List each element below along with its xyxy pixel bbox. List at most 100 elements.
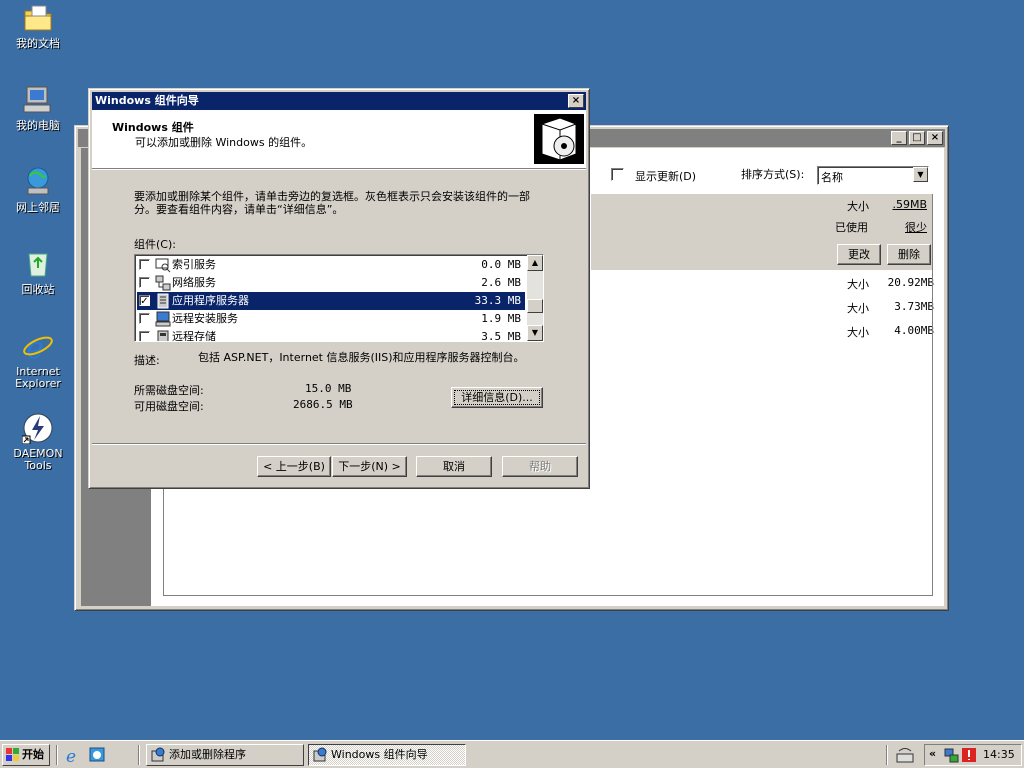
desktop-icon-label: 我的文档 [16, 37, 60, 50]
wizard-cd-box-icon [534, 114, 584, 164]
task-label: 添加或删除程序 [169, 748, 246, 761]
help-button: 帮助 [502, 456, 578, 477]
cancel-button[interactable]: 取消 [416, 456, 492, 477]
list-item-selected[interactable]: ✓ 应用程序服务器 33.3 MB [137, 292, 525, 310]
component-checkbox[interactable] [139, 259, 150, 270]
taskbar-divider [138, 745, 140, 765]
available-space-value: 2686.5 MB [293, 398, 353, 411]
network-services-icon [155, 275, 171, 291]
daemon-tools-icon [21, 412, 54, 445]
component-size: 3.5 MB [481, 330, 521, 342]
wizard-titlebar: Windows 组件向导 × [92, 92, 586, 110]
scroll-down-icon[interactable]: ▼ [527, 325, 543, 341]
desktop-icon-recycle-bin[interactable]: 回收站 [0, 248, 76, 296]
header-divider [92, 168, 586, 170]
wizard-task-icon [312, 747, 328, 763]
desktop-icon-label: 我的电脑 [16, 119, 60, 132]
close-button[interactable]: × [568, 94, 584, 108]
next-button[interactable]: 下一步(N) > [332, 456, 407, 477]
start-label: 开始 [22, 748, 44, 761]
list-item[interactable]: 远程安装服务 1.9 MB [137, 310, 525, 328]
scroll-up-icon[interactable]: ▲ [527, 255, 543, 271]
component-checkbox[interactable] [139, 331, 150, 341]
desktop-icon-label: 回收站 [21, 283, 55, 296]
available-space-label: 可用磁盘空间: [134, 400, 204, 413]
add-remove-programs-icon [150, 747, 166, 763]
component-name: 远程安装服务 [172, 312, 238, 325]
folder-icon [22, 2, 54, 34]
application-server-icon [155, 293, 171, 309]
quicklaunch-divider [56, 745, 58, 765]
show-updates-checkbox[interactable] [611, 168, 624, 181]
recycle-bin-icon [22, 248, 54, 280]
wizard-title: Windows 组件向导 [95, 94, 199, 107]
minimize-button[interactable]: _ [891, 131, 907, 145]
component-name: 网络服务 [172, 276, 216, 289]
desktop-icon-internet-explorer[interactable]: e Internet Explorer [0, 330, 76, 390]
task-add-remove-programs[interactable]: 添加或删除程序 [146, 744, 304, 766]
component-size: 1.9 MB [481, 312, 521, 325]
close-button[interactable]: × [927, 131, 943, 145]
task-components-wizard[interactable]: Windows 组件向导 [308, 744, 466, 766]
desktop-icon-my-computer[interactable]: 我的电脑 [0, 84, 76, 132]
keyboard-tray-icon[interactable] [896, 746, 914, 764]
description-label: 描述: [134, 354, 160, 367]
list-item[interactable]: 网络服务 2.6 MB [137, 274, 525, 292]
tray-divider [886, 745, 888, 765]
security-alert-tray-icon[interactable] [961, 747, 977, 763]
wizard-instructions: 要添加或删除某个组件，请单击旁边的复选框。灰色框表示只会安装该组件的一部分。要查… [134, 190, 530, 216]
description-text: 包括 ASP.NET，Internet 信息服务(IIS)和应用程序服务器控制台… [198, 351, 525, 364]
desktop-icon-network[interactable]: 网上邻居 [0, 166, 76, 214]
svg-text:e: e [66, 747, 76, 764]
show-updates-label: 显示更新(D) [635, 170, 697, 183]
sort-select[interactable]: 名称 ▼ [817, 166, 929, 185]
desktop-icon-label: DAEMON Tools [13, 447, 63, 472]
maximize-button[interactable]: □ [909, 131, 925, 145]
components-scrollbar[interactable]: ▲ ▼ [527, 255, 543, 341]
network-globe-icon [22, 166, 54, 198]
clock: 14:35 [983, 748, 1015, 761]
tray-expand-icon[interactable]: « [929, 747, 936, 760]
components-wizard-dialog: Windows 组件向导 × Windows 组件 可以添加或删除 Window… [88, 88, 590, 489]
start-button[interactable]: 开始 [2, 744, 50, 766]
wizard-header-title: Windows 组件 [112, 121, 194, 134]
sort-value: 名称 [821, 171, 843, 184]
desktop-icon-label: Internet Explorer [15, 365, 61, 390]
component-name: 索引服务 [172, 258, 216, 271]
system-tray: « 14:35 [924, 744, 1022, 766]
list-item[interactable]: 远程存储 3.5 MB [137, 328, 525, 342]
task-label: Windows 组件向导 [331, 748, 428, 761]
svg-text:e: e [26, 331, 44, 362]
components-label: 组件(C): [134, 238, 176, 251]
component-checkbox[interactable] [139, 277, 150, 288]
quicklaunch-desktop-icon[interactable] [88, 746, 106, 764]
taskbar: 开始 e 添加或删除程序 Windows 组件向导 « 14:35 [0, 740, 1024, 768]
quicklaunch-ie-icon[interactable]: e [64, 746, 82, 767]
required-space-label: 所需磁盘空间: [134, 384, 204, 397]
desktop-icon-daemon-tools[interactable]: DAEMON Tools [0, 412, 76, 472]
computer-icon [22, 84, 54, 116]
component-name: 远程存储 [172, 330, 216, 342]
wizard-header-subtitle: 可以添加或删除 Windows 的组件。 [135, 136, 313, 149]
component-checkbox-checked[interactable]: ✓ [139, 295, 150, 307]
internet-explorer-icon: e [22, 330, 54, 366]
desktop-icon-label: 网上邻居 [16, 201, 60, 214]
network-tray-icon[interactable] [943, 747, 959, 763]
footer-divider [92, 443, 586, 445]
scroll-thumb[interactable] [527, 299, 543, 313]
wizard-header: Windows 组件 可以添加或删除 Windows 的组件。 [92, 110, 586, 168]
list-item[interactable]: 索引服务 0.0 MB [137, 256, 525, 274]
remote-storage-icon [155, 329, 171, 341]
desktop-icon-my-documents[interactable]: 我的文档 [0, 2, 76, 50]
details-button[interactable]: 详细信息(D)... [451, 387, 543, 408]
back-button[interactable]: < 上一步(B) [257, 456, 331, 477]
chevron-down-icon[interactable]: ▼ [913, 167, 928, 182]
component-size: 0.0 MB [481, 258, 521, 271]
component-size: 2.6 MB [481, 276, 521, 289]
search-index-icon [155, 257, 171, 273]
sort-label: 排序方式(S): [741, 168, 805, 181]
remote-install-icon [155, 311, 171, 327]
windows-logo-icon [6, 748, 20, 762]
component-checkbox[interactable] [139, 313, 150, 324]
components-list[interactable]: 索引服务 0.0 MB 网络服务 2.6 MB ✓ 应用程序服务器 33.3 M… [134, 254, 544, 342]
